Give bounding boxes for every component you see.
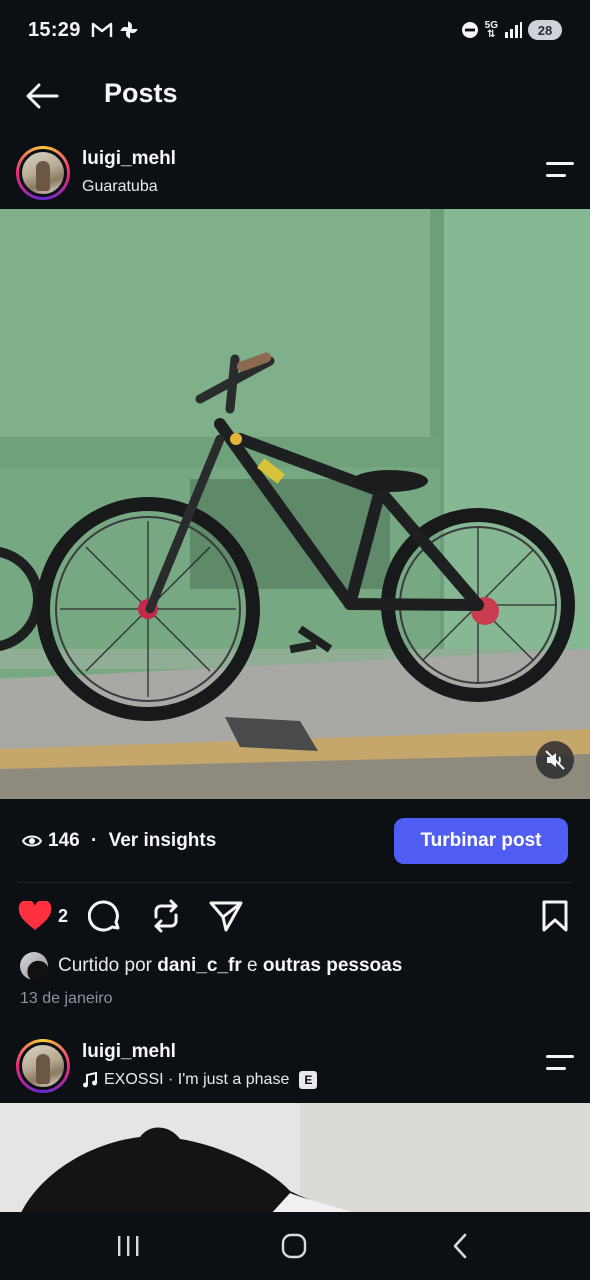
system-back-button[interactable]: [430, 1224, 490, 1268]
liked-by-prefix: Curtido por: [58, 955, 152, 976]
do-not-disturb-icon: [461, 22, 478, 38]
home-button[interactable]: [264, 1224, 324, 1268]
next-post-header: luigi_mehl EXOSSI · I'm just a phase E: [0, 1031, 590, 1101]
comment-icon: [88, 900, 120, 932]
gmail-icon: [91, 22, 112, 37]
post-header: luigi_mehl Guaratuba: [0, 138, 590, 208]
post-actions: 2: [0, 894, 590, 938]
post-options-button[interactable]: [542, 1053, 574, 1077]
5g-icon: 5G ⇅: [484, 20, 498, 40]
speaker-muted-icon: [545, 750, 565, 770]
menu-line: [546, 174, 566, 177]
repost-button[interactable]: [150, 894, 182, 938]
arrow-left-icon: [26, 83, 59, 109]
pinwheel-icon: [119, 21, 138, 39]
heart-filled-icon: [18, 901, 52, 930]
save-button[interactable]: [540, 894, 570, 938]
share-button[interactable]: [208, 894, 244, 938]
insights-row: 146 · Ver insights Turbinar post: [0, 816, 590, 868]
liked-by-user[interactable]: dani_c_fr: [157, 955, 241, 976]
music-text: EXOSSI · I'm just a phase: [104, 1071, 289, 1089]
status-time: 15:29: [28, 18, 81, 41]
recent-apps-button[interactable]: [98, 1224, 158, 1268]
menu-line: [546, 1055, 574, 1058]
next-photo-image: [0, 1103, 590, 1215]
likes-count[interactable]: 2: [58, 906, 68, 927]
views-count: 146: [48, 830, 80, 851]
divider: [18, 882, 572, 883]
notification-icons: [91, 20, 139, 40]
battery-indicator: 28: [528, 20, 562, 40]
home-icon: [281, 1233, 307, 1259]
recent-apps-icon: [118, 1236, 139, 1256]
next-post-photo[interactable]: [0, 1103, 590, 1215]
avatar-image: [19, 149, 67, 197]
system-nav-bar: [0, 1212, 590, 1280]
eye-icon: [22, 835, 42, 847]
profile-avatar[interactable]: [16, 146, 70, 200]
post-options-button[interactable]: [542, 160, 574, 184]
profile-avatar[interactable]: [16, 1039, 70, 1093]
back-icon: [453, 1233, 467, 1259]
comment-button[interactable]: [88, 894, 122, 938]
liked-by-suffix[interactable]: outras pessoas: [263, 955, 402, 976]
next-post-username[interactable]: luigi_mehl: [82, 1041, 176, 1063]
liked-by-text: Curtido por dani_c_fr e outras pessoas: [58, 955, 402, 977]
music-title: I'm just a phase: [177, 1071, 290, 1088]
music-separator: ·: [163, 1071, 178, 1088]
back-button[interactable]: [22, 78, 62, 114]
liked-by-avatar: [20, 952, 48, 980]
post-location[interactable]: Guaratuba: [82, 178, 158, 196]
music-artist: EXOSSI: [104, 1071, 164, 1088]
network-label: 5G: [484, 20, 498, 31]
post-username[interactable]: luigi_mehl: [82, 148, 176, 170]
post-photo[interactable]: [0, 209, 590, 799]
mute-toggle-button[interactable]: [536, 741, 574, 779]
location-text: Guaratuba: [82, 178, 158, 195]
signal-icon: [505, 22, 522, 38]
page-title: Posts: [104, 78, 178, 108]
liked-by-row[interactable]: Curtido por dani_c_fr e outras pessoas: [20, 952, 402, 980]
status-bar: 15:29 5G ⇅ 28: [0, 0, 590, 60]
insights-separator: ·: [85, 830, 103, 851]
boost-post-button[interactable]: Turbinar post: [394, 818, 568, 864]
repost-icon: [154, 899, 178, 933]
send-icon: [209, 901, 243, 932]
music-info[interactable]: EXOSSI · I'm just a phase E: [82, 1071, 318, 1089]
bicycle-photo: [0, 209, 590, 799]
explicit-badge: E: [299, 1071, 318, 1089]
menu-line: [546, 162, 574, 165]
post-date: 13 de janeiro: [20, 990, 113, 1007]
page-header: Posts: [0, 64, 590, 128]
insights-label: Ver insights: [108, 830, 217, 851]
music-note-icon: [83, 1072, 97, 1088]
like-button[interactable]: 2: [18, 894, 68, 938]
avatar-image: [19, 1042, 67, 1090]
view-insights-link[interactable]: 146 · Ver insights: [22, 830, 216, 852]
menu-line: [546, 1067, 566, 1070]
bookmark-icon: [542, 900, 568, 932]
liked-by-joiner: e: [247, 955, 258, 976]
